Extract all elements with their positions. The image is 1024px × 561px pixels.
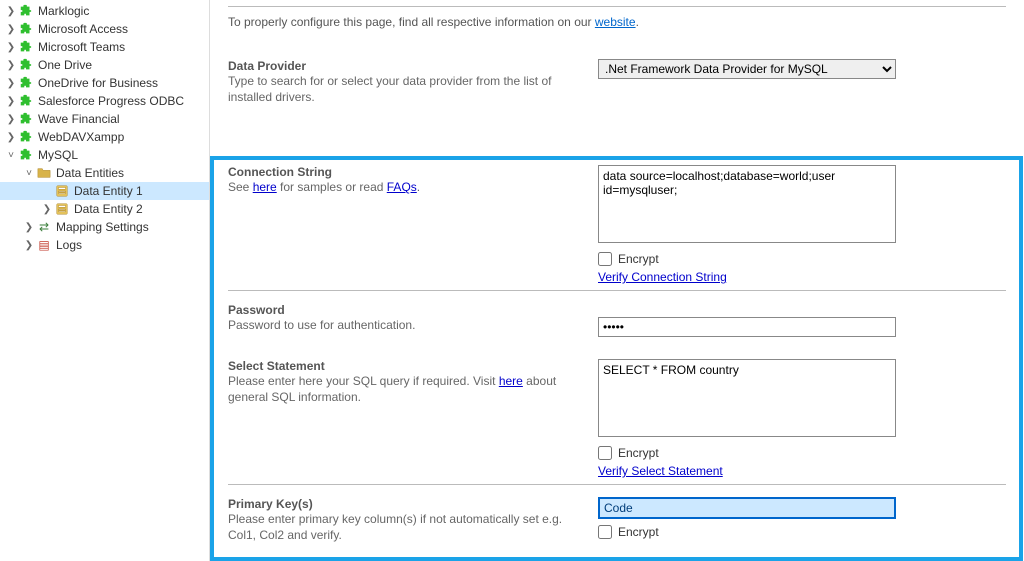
expand-icon[interactable]: ❯	[40, 204, 54, 215]
tree-item-wave-financial[interactable]: ❯ Wave Financial	[0, 110, 209, 128]
tree-item-label: Data Entity 2	[74, 202, 143, 216]
expand-icon[interactable]: ❯	[22, 222, 36, 233]
tree-item-marklogic[interactable]: ❯ Marklogic	[0, 2, 209, 20]
tree-item-microsoft-access[interactable]: ❯ Microsoft Access	[0, 20, 209, 38]
tree-item-mysql[interactable]: ˅ MySQL	[0, 146, 209, 164]
expand-icon[interactable]: ❯	[4, 132, 18, 143]
puzzle-icon	[18, 75, 34, 91]
tree-item-data-entities[interactable]: ˅ Data Entities	[0, 164, 209, 182]
primary-key-desc: Please enter primary key column(s) if no…	[228, 512, 586, 543]
data-provider-select[interactable]: .Net Framework Data Provider for MySQL	[598, 59, 896, 79]
connection-string-title: Connection String	[228, 165, 586, 179]
tree-item-label: Wave Financial	[38, 112, 120, 126]
puzzle-icon	[18, 39, 34, 55]
connection-here-link[interactable]: here	[253, 180, 277, 194]
tree-item-one-drive[interactable]: ❯ One Drive	[0, 56, 209, 74]
tree-item-label: Salesforce Progress ODBC	[38, 94, 184, 108]
tree-item-webdavxampp[interactable]: ❯ WebDAVXampp	[0, 128, 209, 146]
select-encrypt-checkbox[interactable]	[598, 446, 612, 460]
entity-icon	[54, 183, 70, 199]
verify-select-link[interactable]: Verify Select Statement	[598, 464, 723, 478]
tree-item-data-entity-1[interactable]: Data Entity 1	[0, 182, 209, 200]
primary-key-input[interactable]	[598, 497, 896, 519]
expand-icon[interactable]: ❯	[4, 114, 18, 125]
entity-icon	[54, 201, 70, 217]
connection-encrypt-label: Encrypt	[618, 252, 659, 266]
data-provider-desc: Type to search for or select your data p…	[228, 74, 586, 105]
puzzle-icon	[18, 57, 34, 73]
tree-item-logs[interactable]: ❯▤ Logs	[0, 236, 209, 254]
tree-item-label: MySQL	[38, 148, 78, 162]
primary-key-title: Primary Key(s)	[228, 497, 586, 511]
intro-text: To properly configure this page, find al…	[228, 15, 1006, 29]
connection-encrypt-checkbox[interactable]	[598, 252, 612, 266]
tree-item-label: Microsoft Teams	[38, 40, 125, 54]
tree-item-label: One Drive	[38, 58, 92, 72]
password-input[interactable]	[598, 317, 896, 337]
select-encrypt-label: Encrypt	[618, 446, 659, 460]
divider	[228, 6, 1006, 7]
select-here-link[interactable]: here	[499, 374, 523, 388]
select-statement-title: Select Statement	[228, 359, 586, 373]
intro-after: .	[636, 15, 639, 29]
expand-icon[interactable]: ❯	[4, 42, 18, 53]
tree-item-label: Logs	[56, 238, 82, 252]
tree-item-label: WebDAVXampp	[38, 130, 124, 144]
expand-icon[interactable]	[40, 186, 54, 197]
puzzle-icon	[18, 3, 34, 19]
puzzle-icon	[18, 111, 34, 127]
select-statement-input[interactable]	[598, 359, 896, 437]
tree-item-label: Marklogic	[38, 4, 89, 18]
tree-item-mapping-settings[interactable]: ❯⇄ Mapping Settings	[0, 218, 209, 236]
tree-item-label: Mapping Settings	[56, 220, 149, 234]
main-content: To properly configure this page, find al…	[209, 0, 1024, 561]
expand-icon[interactable]: ❯	[4, 6, 18, 17]
puzzle-icon	[18, 21, 34, 37]
connection-faqs-link[interactable]: FAQs	[387, 180, 417, 194]
expand-icon[interactable]: ❯	[4, 24, 18, 35]
expand-icon[interactable]: ˅	[4, 150, 18, 161]
expand-icon[interactable]: ❯	[4, 96, 18, 107]
tree-item-label: Microsoft Access	[38, 22, 128, 36]
expand-icon[interactable]: ˅	[22, 168, 36, 179]
expand-icon[interactable]: ❯	[4, 78, 18, 89]
select-statement-desc: Please enter here your SQL query if requ…	[228, 374, 586, 405]
website-link[interactable]: website	[595, 15, 636, 29]
password-title: Password	[228, 303, 586, 317]
primary-key-encrypt-checkbox[interactable]	[598, 525, 612, 539]
connection-string-input[interactable]	[598, 165, 896, 243]
expand-icon[interactable]: ❯	[4, 60, 18, 71]
sidebar-tree: ❯ Marklogic ❯ Microsoft Access ❯ Microsoft Te…	[0, 0, 209, 561]
divider	[228, 290, 1006, 291]
tree-item-data-entity-2[interactable]: ❯ Data Entity 2	[0, 200, 209, 218]
primary-key-encrypt-label: Encrypt	[618, 525, 659, 539]
tree-item-label: Data Entity 1	[74, 184, 143, 198]
data-provider-title: Data Provider	[228, 59, 586, 73]
puzzle-icon	[18, 147, 34, 163]
tree-item-label: OneDrive for Business	[38, 76, 158, 90]
mapping-icon: ⇄	[36, 219, 52, 235]
divider	[228, 484, 1006, 485]
logs-icon: ▤	[36, 237, 52, 253]
connection-string-desc: See here for samples or read FAQs.	[228, 180, 586, 196]
tree-item-salesforce-progress-odbc[interactable]: ❯ Salesforce Progress ODBC	[0, 92, 209, 110]
verify-connection-link[interactable]: Verify Connection String	[598, 270, 727, 284]
password-desc: Password to use for authentication.	[228, 318, 586, 334]
expand-icon[interactable]: ❯	[22, 240, 36, 251]
tree-item-onedrive-for-business[interactable]: ❯ OneDrive for Business	[0, 74, 209, 92]
intro-before: To properly configure this page, find al…	[228, 15, 595, 29]
puzzle-icon	[18, 129, 34, 145]
tree-item-microsoft-teams[interactable]: ❯ Microsoft Teams	[0, 38, 209, 56]
tree-item-label: Data Entities	[56, 166, 124, 180]
puzzle-icon	[18, 93, 34, 109]
folder-icon	[36, 165, 52, 181]
